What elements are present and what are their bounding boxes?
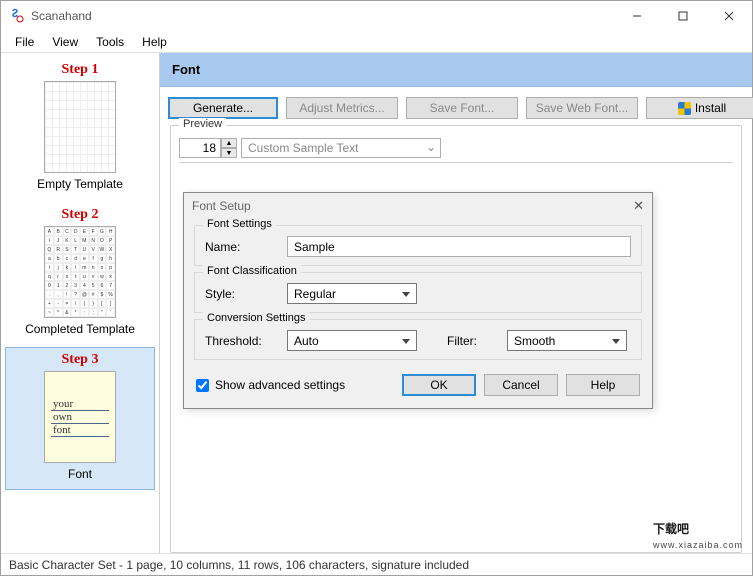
show-advanced-input[interactable]	[196, 379, 209, 392]
font-line-1: your	[51, 398, 109, 411]
adjust-metrics-button[interactable]: Adjust Metrics...	[286, 97, 398, 119]
menu-tools[interactable]: Tools	[88, 33, 132, 51]
style-value: Regular	[294, 287, 336, 301]
font-classification-group: Font Classification Style: Regular	[194, 272, 642, 313]
conversion-legend: Conversion Settings	[203, 312, 309, 324]
show-advanced-label: Show advanced settings	[215, 378, 345, 392]
step-2-title: Step 2	[8, 207, 152, 223]
dialog-close-icon[interactable]: ✕	[633, 198, 644, 214]
size-spinner[interactable]: ▲ ▼	[179, 138, 237, 158]
menu-help[interactable]: Help	[134, 33, 175, 51]
maximize-button[interactable]	[660, 1, 706, 31]
sidebar: Step 1 Empty Template Step 2 ABCDEFGH IJ…	[1, 53, 160, 553]
style-label: Style:	[205, 287, 277, 301]
window-title: Scanahand	[31, 9, 92, 23]
filter-value: Smooth	[514, 334, 555, 348]
threshold-label: Threshold:	[205, 334, 277, 348]
step-3-thumb: your own font	[44, 371, 116, 463]
install-label: Install	[695, 101, 726, 115]
toolbar: Generate... Adjust Metrics... Save Font.…	[160, 87, 752, 125]
status-bar: Basic Character Set - 1 page, 10 columns…	[1, 553, 752, 575]
spin-down-icon[interactable]: ▼	[221, 148, 237, 158]
step-3[interactable]: Step 3 your own font Font	[5, 347, 155, 490]
generate-button[interactable]: Generate...	[168, 97, 278, 119]
sample-text-select[interactable]: Custom Sample Text	[241, 138, 441, 158]
font-settings-group: Font Settings Name:	[194, 225, 642, 266]
spin-up-icon[interactable]: ▲	[221, 138, 237, 148]
close-button[interactable]	[706, 1, 752, 31]
app-window: Scanahand File View Tools Help Step 1 Em…	[0, 0, 753, 576]
filter-label: Filter:	[447, 334, 497, 348]
watermark-big: 下载吧	[653, 522, 689, 536]
step-2-thumb: ABCDEFGH IJKLMNOP QRSTUVWX abcdefgh ijkl…	[44, 226, 116, 318]
font-settings-legend: Font Settings	[203, 218, 276, 230]
step-3-title: Step 3	[8, 352, 152, 368]
step-2[interactable]: Step 2 ABCDEFGH IJKLMNOP QRSTUVWX abcdef…	[5, 202, 155, 345]
window-controls	[614, 1, 752, 31]
save-font-button[interactable]: Save Font...	[406, 97, 518, 119]
step-1-thumb	[44, 81, 116, 173]
sample-text-label: Custom Sample Text	[248, 141, 359, 155]
dialog-title-bar: Font Setup ✕	[184, 193, 652, 219]
menu-view[interactable]: View	[44, 33, 86, 51]
font-setup-dialog: Font Setup ✕ Font Settings Name: Font Cl…	[183, 192, 653, 409]
dialog-bottom: Show advanced settings OK Cancel Help	[184, 364, 652, 408]
save-web-font-button[interactable]: Save Web Font...	[526, 97, 638, 119]
title-bar: Scanahand	[1, 1, 752, 31]
preview-divider	[179, 162, 733, 163]
font-line-3: font	[51, 424, 109, 437]
step-1[interactable]: Step 1 Empty Template	[5, 57, 155, 200]
filter-select[interactable]: Smooth	[507, 330, 627, 351]
watermark-small: www.xiazaiba.com	[653, 540, 743, 550]
shield-icon	[678, 102, 691, 115]
step-3-label: Font	[8, 467, 152, 481]
help-button[interactable]: Help	[566, 374, 640, 396]
dialog-title: Font Setup	[192, 199, 251, 213]
ok-button[interactable]: OK	[402, 374, 476, 396]
name-label: Name:	[205, 240, 277, 254]
conversion-settings-group: Conversion Settings Threshold: Auto Filt…	[194, 319, 642, 360]
menu-bar: File View Tools Help	[1, 31, 752, 53]
threshold-value: Auto	[294, 334, 319, 348]
watermark: 下载吧 www.xiazaiba.com	[653, 508, 743, 550]
main-header: Font	[160, 53, 752, 87]
preview-label: Preview	[179, 118, 226, 130]
install-button[interactable]: Install	[646, 97, 753, 119]
font-line-2: own	[51, 411, 109, 424]
minimize-button[interactable]	[614, 1, 660, 31]
step-1-label: Empty Template	[8, 177, 152, 191]
menu-file[interactable]: File	[7, 33, 42, 51]
app-icon	[9, 8, 25, 24]
threshold-select[interactable]: Auto	[287, 330, 417, 351]
name-input[interactable]	[287, 236, 631, 257]
show-advanced-checkbox[interactable]: Show advanced settings	[196, 378, 345, 392]
classification-legend: Font Classification	[203, 265, 301, 277]
size-input[interactable]	[179, 138, 221, 158]
step-1-title: Step 1	[8, 62, 152, 78]
step-2-label: Completed Template	[8, 322, 152, 336]
style-select[interactable]: Regular	[287, 283, 417, 304]
preview-row: ▲ ▼ Custom Sample Text	[179, 138, 733, 158]
cancel-button[interactable]: Cancel	[484, 374, 558, 396]
